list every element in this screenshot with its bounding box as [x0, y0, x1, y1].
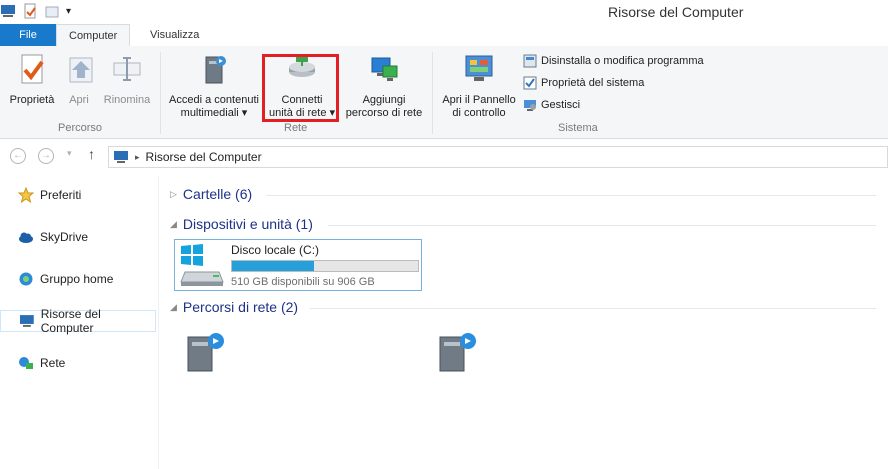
add-network-location-label-1: Aggiungi: [362, 94, 406, 106]
properties-icon: [21, 54, 44, 84]
group-header-label: Cartelle (6): [182, 186, 253, 202]
tab-computer[interactable]: Computer: [56, 24, 131, 48]
sidebar-item-label: Rete: [40, 356, 66, 370]
rename-label: Rinomina: [103, 94, 151, 106]
properties-icon[interactable]: [22, 3, 38, 19]
network-icon: [19, 357, 33, 369]
group-header-rule: [266, 195, 876, 196]
group-separator: [432, 52, 433, 134]
media-server-icon: [205, 56, 226, 84]
new-folder-icon[interactable]: [44, 3, 60, 19]
media-access-label-1: Accedi a contenuti: [169, 94, 259, 106]
sidebar-item-label: Gruppo home: [40, 272, 114, 286]
system-properties-button[interactable]: Proprietà del sistema: [523, 76, 644, 90]
tab-file[interactable]: File: [0, 24, 56, 46]
rename-icon: [113, 57, 141, 81]
window-title: Risorse del Computer: [608, 4, 744, 20]
open-control-panel-button[interactable]: Apri il Pannello di controllo: [438, 52, 520, 120]
group-header-rule: [310, 308, 876, 309]
sidebar-item-gruppo-home[interactable]: Gruppo home: [0, 268, 156, 290]
network-location-icon[interactable]: [434, 329, 482, 377]
media-access-button[interactable]: Accedi a contenuti multimediali ▾: [166, 52, 262, 120]
customize-toolbar-icon[interactable]: ▾: [66, 6, 71, 17]
group-header-percorsi[interactable]: ◢ Percorsi di rete (2): [170, 299, 298, 315]
control-panel-icon: [465, 55, 493, 81]
drive-usage-fill: [232, 261, 314, 271]
group-header-cartelle[interactable]: ▷ Cartelle (6): [170, 186, 252, 202]
homegroup-icon: [19, 272, 33, 286]
sidebar-item-label: Preferiti: [40, 188, 82, 202]
drive-free-space: 510 GB disponibili su 906 GB: [231, 276, 375, 288]
collapse-chevron-icon: ◢: [170, 301, 177, 312]
sidebar-item-preferiti[interactable]: Preferiti: [0, 184, 156, 206]
address-path[interactable]: Risorse del Computer: [146, 150, 262, 164]
group-header-label: Percorsi di rete (2): [182, 299, 299, 315]
media-access-label-2: multimediali: [180, 107, 239, 119]
properties-button[interactable]: Proprietà: [6, 52, 58, 107]
drive-c[interactable]: Disco locale (C:) 510 GB disponibili su …: [174, 239, 422, 291]
drive-usage-bar: [231, 260, 419, 272]
group-header-dispositivi[interactable]: ◢ Dispositivi e unità (1): [170, 216, 313, 232]
group-header-label: Dispositivi e unità (1): [182, 216, 313, 232]
manage-button[interactable]: Gestisci: [523, 98, 580, 112]
cloud-icon: [19, 232, 33, 243]
ribbon: Proprietà Apri Rinomina Percorso Accedi …: [0, 46, 888, 139]
group-label-percorso: Percorso: [58, 122, 103, 134]
ribbon-tabs: File Computer Visualizza: [0, 24, 888, 48]
star-icon: [18, 187, 34, 203]
content-pane: ▷ Cartelle (6) ◢ Dispositivi e unità (1)…: [160, 176, 888, 469]
up-arrow-icon[interactable]: ↑: [88, 146, 95, 162]
properties-label: Proprietà: [9, 94, 55, 106]
group-header-rule: [328, 225, 876, 226]
sidebar-item-rete[interactable]: Rete: [0, 352, 156, 374]
highlight-box: [262, 54, 339, 122]
open-control-panel-label-1: Apri il Pannello: [442, 94, 516, 106]
computer-icon: [114, 151, 128, 163]
group-label-sistema: Sistema: [558, 122, 598, 134]
manage-label: Gestisci: [541, 99, 581, 111]
address-bar[interactable]: ▸ Risorse del Computer: [108, 146, 888, 168]
rename-button[interactable]: Rinomina: [100, 52, 154, 107]
sidebar-item-risorse-computer[interactable]: Risorse del Computer: [0, 307, 156, 335]
computer-icon: [19, 315, 34, 327]
uninstall-label: Disinstalla o modifica programma: [541, 55, 704, 67]
tab-visualizza[interactable]: Visualizza: [138, 24, 211, 46]
uninstall-icon: [523, 54, 537, 68]
add-network-location-button[interactable]: Aggiungi percorso di rete: [342, 52, 426, 120]
uninstall-program-button[interactable]: Disinstalla o modifica programma: [523, 54, 704, 68]
recent-locations-chevron-icon[interactable]: ▾: [67, 148, 72, 159]
open-button[interactable]: Apri: [64, 52, 94, 107]
drive-name: Disco locale (C:): [231, 243, 320, 257]
navigation-bar: ← → ▾ ↑ ▸ Risorse del Computer: [0, 142, 888, 170]
sidebar-item-label: SkyDrive: [40, 230, 89, 244]
sidebar-item-label: Risorse del Computer: [40, 307, 101, 335]
add-network-location-label-2: percorso di rete: [345, 107, 423, 119]
breadcrumb-separator-icon: ▸: [135, 151, 140, 162]
local-disk-icon: [180, 244, 224, 286]
group-separator: [160, 52, 161, 134]
collapse-chevron-icon: ◢: [170, 218, 177, 229]
forward-button[interactable]: →: [38, 148, 54, 164]
manage-icon: [524, 100, 536, 111]
sidebar-item-skydrive[interactable]: SkyDrive: [0, 226, 156, 248]
computer-icon[interactable]: [0, 3, 16, 19]
title-bar: ▾ Risorse del Computer: [0, 0, 888, 24]
navigation-pane: Preferiti SkyDrive Gruppo home Risorse d…: [0, 176, 159, 469]
expand-chevron-icon: ▷: [170, 188, 177, 199]
back-button[interactable]: ←: [10, 148, 26, 164]
group-label-rete: Rete: [284, 122, 308, 134]
open-icon: [69, 57, 93, 83]
open-control-panel-label-2: di controllo: [452, 107, 506, 119]
network-location-icon[interactable]: [182, 329, 230, 377]
system-properties-label: Proprietà del sistema: [541, 77, 645, 89]
system-properties-icon: [523, 76, 537, 90]
quick-access-toolbar: ▾: [0, 3, 71, 19]
add-network-location-icon: [371, 57, 398, 81]
dropdown-arrow-icon: ▾: [241, 107, 248, 119]
open-label: Apri: [69, 94, 89, 106]
